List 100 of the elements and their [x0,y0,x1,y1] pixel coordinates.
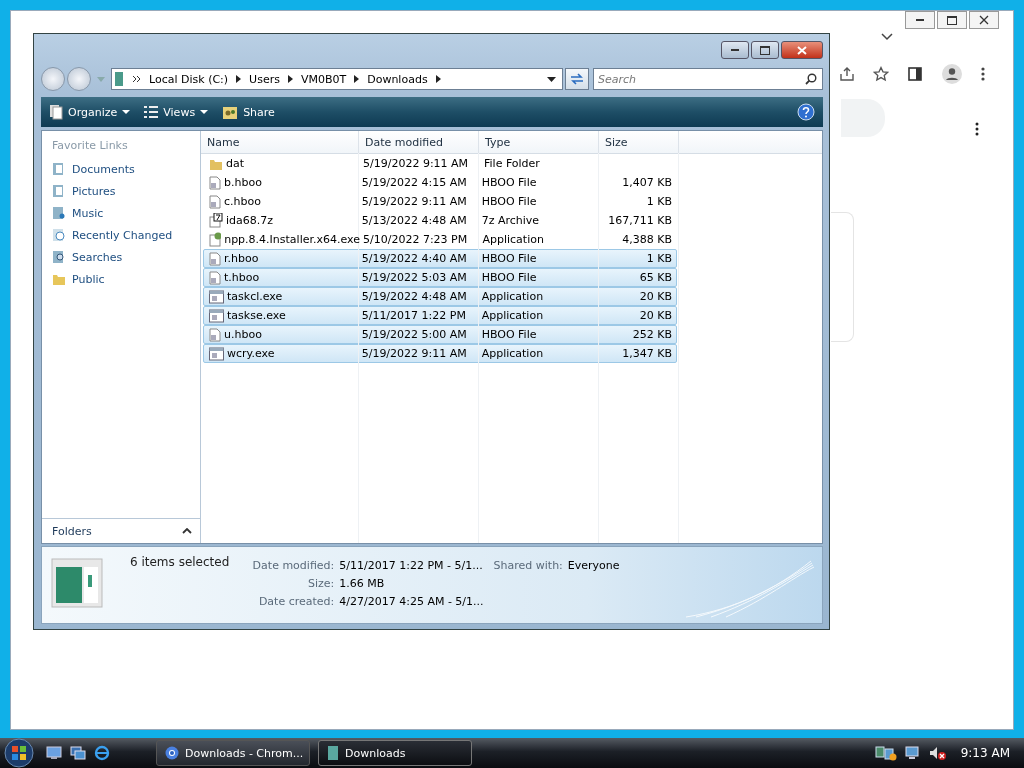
column-header[interactable]: Name [201,131,359,153]
date-cell-text: 5/19/2022 4:48 AM [360,289,468,305]
side-panel-icon[interactable] [907,66,923,82]
file-row[interactable]: ida68.7z 5/13/2022 4:48 AM 7z Archive 167,711 KB [203,211,677,230]
favorite-link[interactable]: Recently Changed [52,224,190,246]
folders-toggle[interactable]: Folders [42,518,200,543]
type-cell-text: HBOO File [480,194,538,210]
dropdown-icon[interactable] [547,76,556,82]
file-icon [209,270,221,285]
taskbar-button[interactable]: Downloads [318,740,472,766]
column-header[interactable]: Date modified [359,131,479,153]
size-cell-text: 20 KB [638,308,673,324]
maximize-button[interactable] [937,11,967,29]
help-icon[interactable] [797,103,815,121]
date-cell-text: 5/19/2022 5:00 AM [360,327,468,343]
size-cell-text: 1,347 KB [621,346,673,362]
search-field[interactable]: Search [593,68,823,90]
arrow-icon[interactable] [354,75,360,83]
refresh-button[interactable] [565,68,589,90]
breadcrumb-item[interactable]: Local Disk (C:) [149,72,229,86]
name-cell: ida68.7z [204,212,359,229]
minimize-button[interactable] [721,41,749,59]
type-cell-text: Application [480,308,545,324]
file-icon [209,251,221,266]
caret-icon [122,110,131,114]
maximize-button[interactable] [751,41,779,59]
search-folder-icon [52,250,66,264]
list-view-icon [144,105,159,119]
window-switch-icon[interactable] [70,746,86,760]
network-icon[interactable] [874,745,897,761]
desktop-icon[interactable] [46,746,62,760]
size-cell-text: 65 KB [638,270,673,286]
file-row[interactable]: npp.8.4.Installer.x64.exe 5/10/2022 7:23 PM Application 4,388 KB [203,230,677,249]
name-cell: u.hboo [204,326,359,343]
breadcrumb-item[interactable]: Downloads [367,72,428,86]
folder-icon [327,745,339,761]
file-row[interactable]: b.hboo 5/19/2022 4:15 AM HBOO File 1,407 KB [203,173,677,192]
favorite-link[interactable]: Public [52,268,190,290]
browser-icon[interactable] [94,745,110,761]
address-bar[interactable]: Local Disk (C:) Users VM0B0T Downloads [111,68,563,90]
file-row[interactable]: taskcl.exe 5/19/2022 4:48 AM Application 20 KB [203,287,677,306]
close-button[interactable] [969,11,999,29]
taskbar-button[interactable]: Downloads - Chrom... [156,740,310,766]
clock: 9:13 AM [960,746,1010,760]
file-row[interactable]: dat 5/19/2022 9:11 AM File Folder [203,154,677,173]
column-header[interactable]: Type [479,131,599,153]
application-icon [209,308,224,323]
breadcrumb-item[interactable]: VM0B0T [300,72,347,86]
toolbar-button[interactable]: Share [222,104,275,120]
share-icon[interactable] [839,66,855,82]
name-cell: dat [204,155,360,172]
application-icon [209,346,224,361]
type-cell-text: HBOO File [480,175,538,191]
file-icon [209,175,221,190]
clock-icon [52,228,66,242]
type-cell-text: HBOO File [480,270,538,286]
arrow-icon[interactable] [435,75,441,83]
file-row[interactable]: wcry.exe 5/19/2022 9:11 AM Application 1,347 KB [203,344,677,363]
monitor-icon[interactable] [904,746,921,760]
file-row[interactable]: t.hboo 5/19/2022 5:03 AM HBOO File 65 KB [203,268,677,287]
folder-icon [114,71,124,87]
breadcrumb-item[interactable]: Users [249,72,280,86]
arrow-icon[interactable] [287,75,293,83]
minimize-button[interactable] [905,11,935,29]
search-icon[interactable] [805,73,817,85]
profile-icon[interactable] [941,63,963,85]
name-cell: wcry.exe [204,345,359,362]
date-cell-text: 5/19/2022 5:03 AM [360,270,468,286]
favorite-link[interactable]: Searches [52,246,190,268]
type-cell-text: HBOO File [480,251,538,267]
name-cell: c.hboo [204,193,359,210]
column-header[interactable]: Size [599,131,679,153]
muted-speaker-icon[interactable] [928,746,947,760]
date-cell-text: 5/19/2022 4:15 AM [360,175,468,191]
file-row[interactable]: u.hboo 5/19/2022 5:00 AM HBOO File 252 KB [203,325,677,344]
toolbar-button[interactable]: Organize [49,104,131,120]
favorite-link[interactable]: Music [52,202,190,224]
favorite-link[interactable]: Pictures [52,180,190,202]
toolbar-button[interactable]: Views [144,105,209,119]
type-cell-text: Application [480,289,545,305]
favorite-link[interactable]: Documents [52,158,190,180]
detail-value: 5/11/2017 1:22 PM - 5/1... [339,558,483,572]
file-row[interactable]: r.hboo 5/19/2022 4:40 AM HBOO File 1 KB [203,249,677,268]
music-icon [52,206,66,220]
menu-icon[interactable] [981,66,985,82]
chevron-icon [132,75,141,83]
more-icon[interactable] [975,122,979,136]
file-row[interactable]: c.hboo 5/19/2022 9:11 AM HBOO File 1 KB [203,192,677,211]
star-icon[interactable] [873,66,889,82]
name-cell: b.hboo [204,174,359,191]
file-row[interactable]: taskse.exe 5/11/2017 1:22 PM Application 20 KB [203,306,677,325]
size-cell-text: 1 KB [645,194,673,210]
tab-list-icon[interactable] [881,33,893,41]
close-button[interactable] [781,41,823,59]
detail-value: 1.66 MB [339,576,385,590]
caret-icon [200,110,209,114]
name-cell: npp.8.4.Installer.x64.exe [204,231,360,248]
file-icon [209,327,221,342]
name-cell: r.hboo [204,250,359,267]
arrow-icon[interactable] [236,75,242,83]
